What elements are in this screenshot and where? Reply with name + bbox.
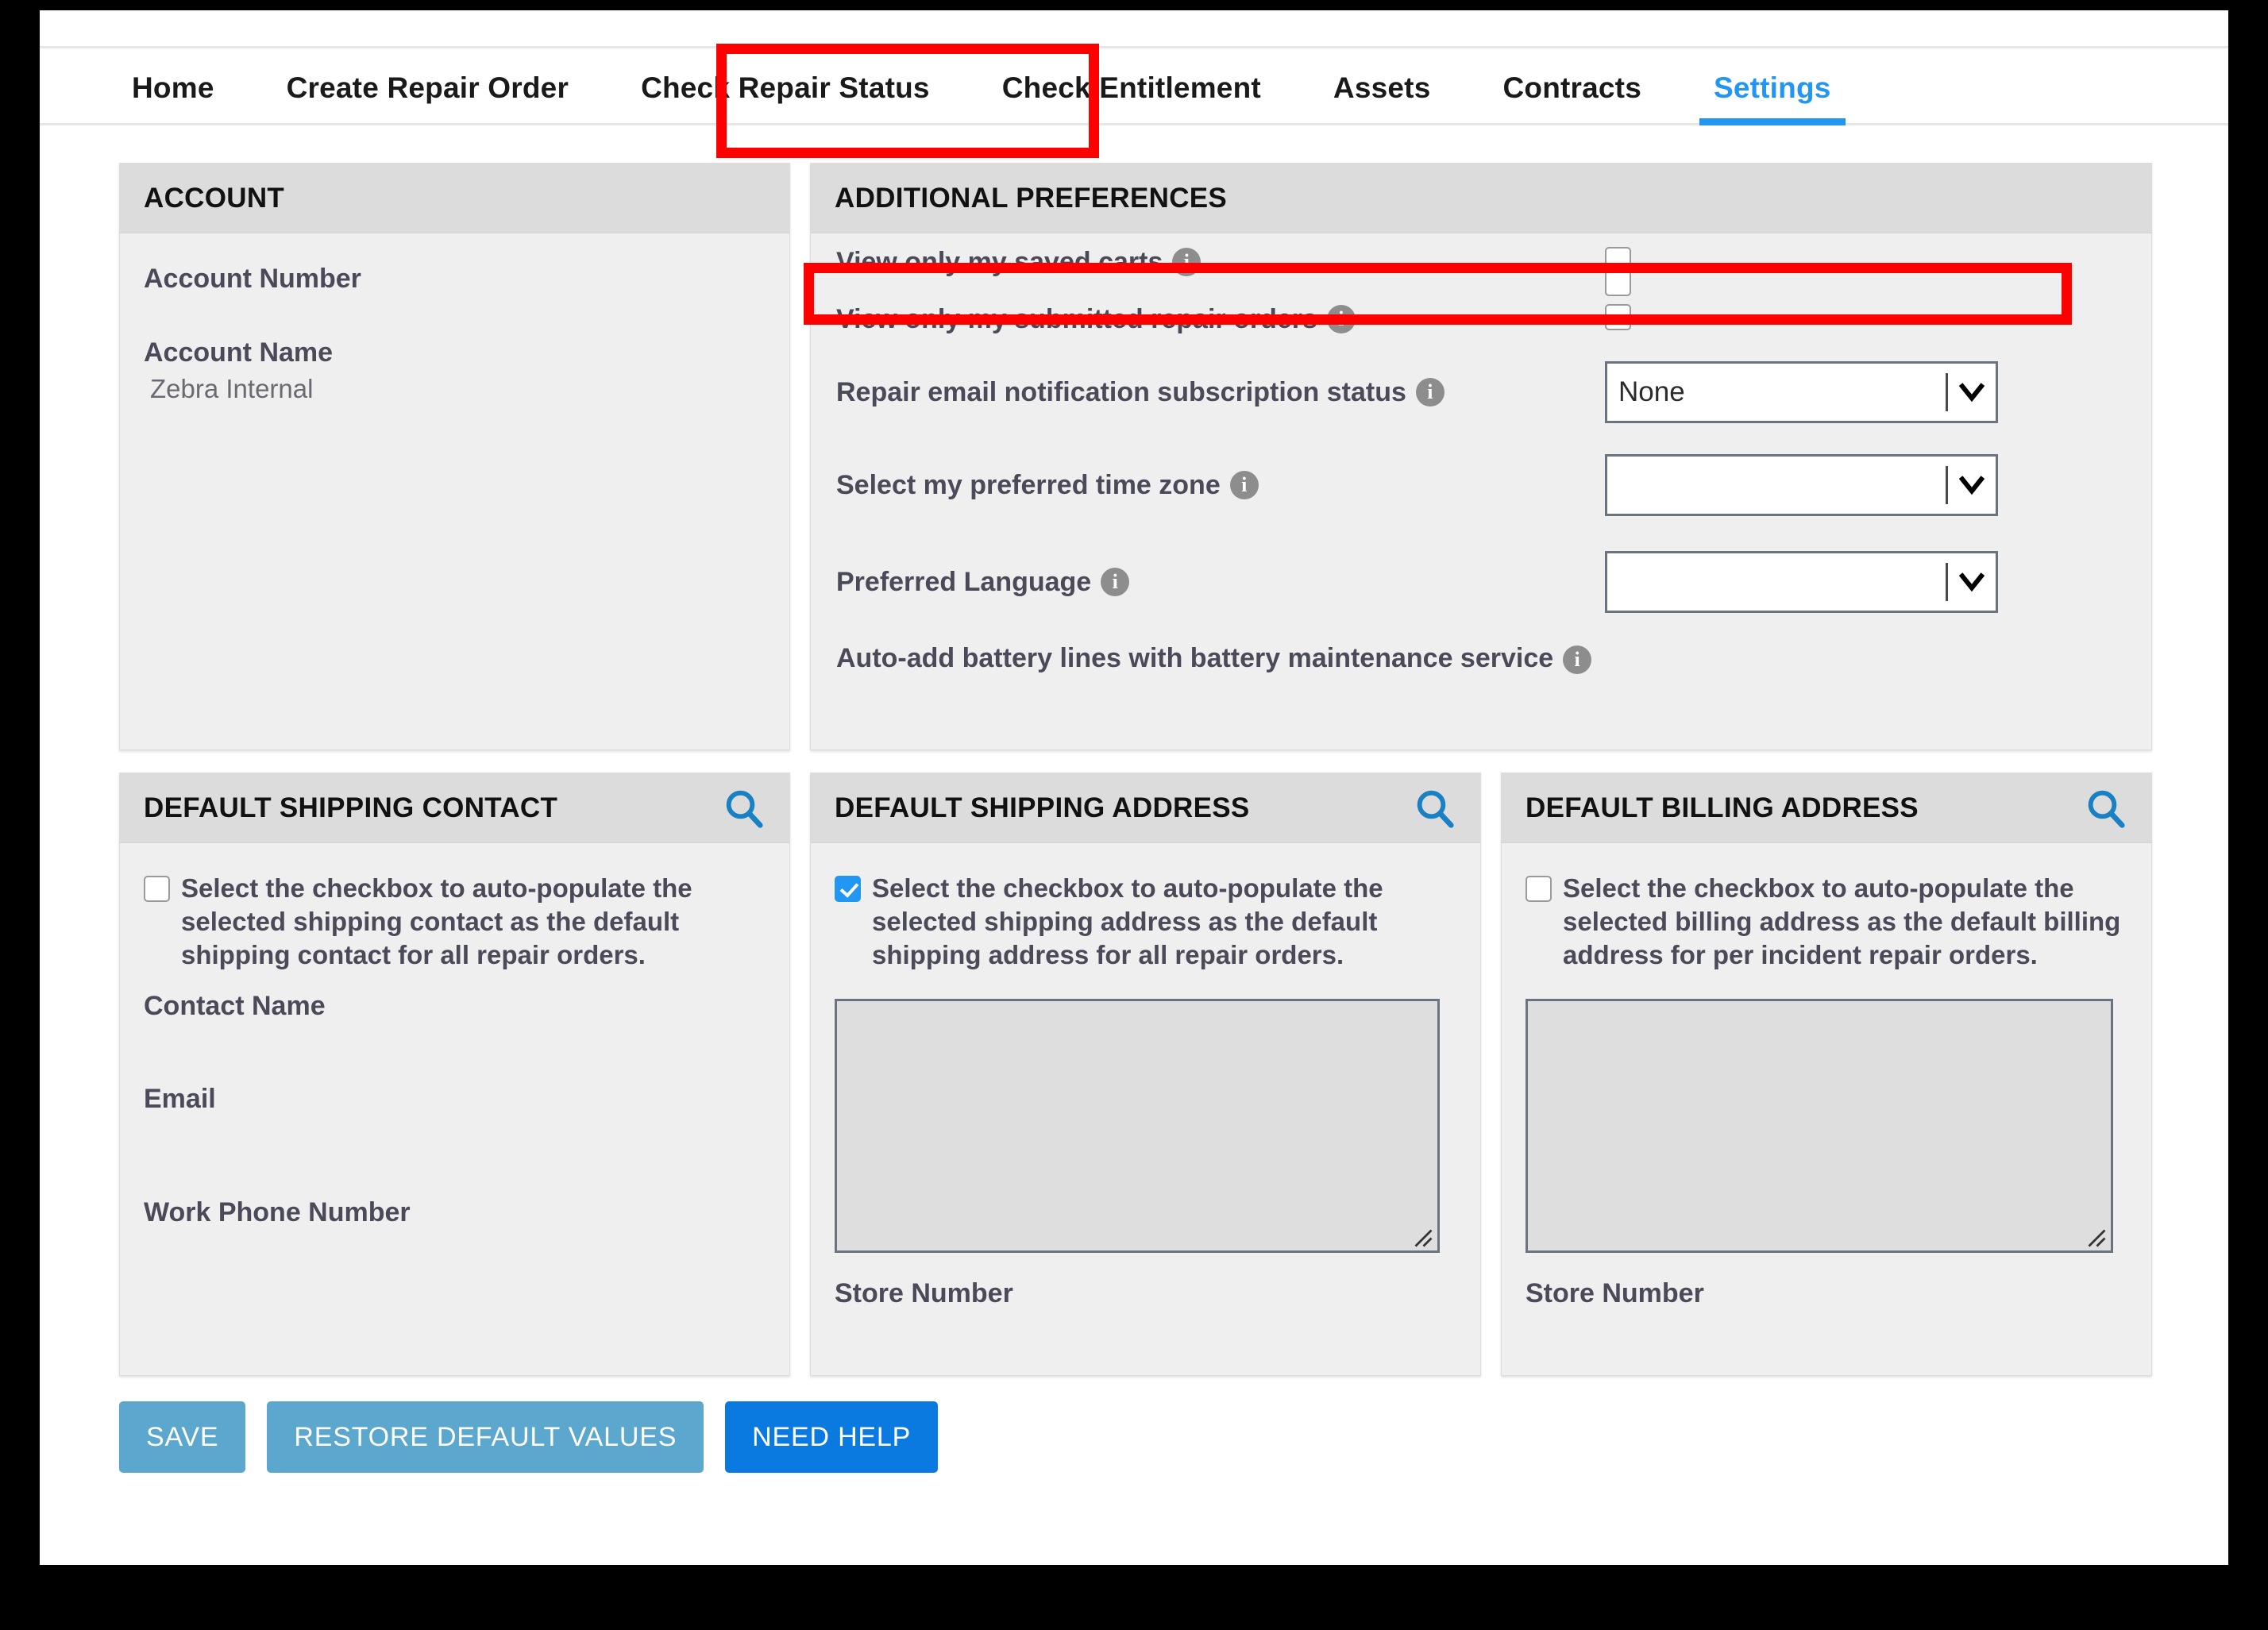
resize-grip-icon[interactable]	[2083, 1224, 2107, 1248]
info-icon[interactable]: i	[1229, 470, 1259, 499]
nav-item-check-entitlement[interactable]: Check Entitlement	[988, 48, 1275, 123]
pref-row-time-zone: Select my preferred time zone i	[811, 437, 2151, 534]
chevron-down-icon	[1958, 568, 1986, 596]
default-billing-address-panel: DEFAULT BILLING ADDRESS Select the check…	[1501, 773, 2152, 1376]
account-panel-body: Account Number Account Name Zebra Intern…	[120, 233, 789, 404]
checkbox-default-billing-address[interactable]	[1526, 876, 1552, 902]
billing-address-value	[1528, 1001, 2111, 1017]
billing-address-checkbox-row: Select the checkbox to auto-populate the…	[1502, 843, 2151, 972]
pref-row-preferred-language: Preferred Language i	[811, 534, 2151, 630]
shipping-address-panel-header: DEFAULT SHIPPING ADDRESS	[811, 773, 1480, 843]
checkbox-default-shipping-address[interactable]	[835, 876, 861, 902]
select-divider	[1946, 563, 1948, 601]
account-number-label: Account Number	[144, 264, 361, 294]
pref-control-auto-add-battery	[1605, 270, 1631, 300]
pref-label-saved-carts: View only my saved carts i	[836, 247, 1202, 277]
info-icon[interactable]: i	[1101, 567, 1130, 596]
contact-name-value	[120, 1022, 789, 1084]
account-name-value: Zebra Internal	[150, 374, 314, 403]
shipping-address-value	[837, 1001, 1437, 1017]
billing-address-panel-header: DEFAULT BILLING ADDRESS	[1502, 773, 2151, 843]
pref-row-submitted-orders: View only my submitted repair orders i	[811, 291, 2151, 348]
select-preferred-language[interactable]	[1605, 551, 1998, 613]
pref-label-time-zone: Select my preferred time zone i	[836, 470, 1259, 500]
checkbox-auto-add-battery-lines[interactable]	[1605, 270, 1631, 296]
billing-address-checkbox-label: Select the checkbox to auto-populate the…	[1563, 873, 2121, 969]
resize-grip-icon[interactable]	[1410, 1224, 1433, 1248]
select-divider	[1946, 373, 1948, 411]
default-shipping-address-panel: DEFAULT SHIPPING ADDRESS Select the chec…	[810, 773, 1481, 1376]
nav-item-assets[interactable]: Assets	[1319, 48, 1445, 123]
info-icon[interactable]: i	[1563, 645, 1592, 675]
pref-row-email-subscription: Repair email notification subscription s…	[811, 348, 2151, 437]
search-icon[interactable]	[1414, 787, 1456, 830]
nav-item-create-repair-order[interactable]: Create Repair Order	[272, 48, 583, 123]
nav-item-contracts[interactable]: Contracts	[1488, 48, 1656, 123]
shipping-address-textarea[interactable]	[835, 998, 1440, 1253]
pref-label-submitted-orders: View only my submitted repair orders i	[836, 304, 1356, 334]
info-icon[interactable]: i	[1415, 377, 1444, 407]
email-value	[120, 1115, 789, 1177]
pref-control-preferred-language	[1605, 551, 1998, 613]
nav-item-settings[interactable]: Settings	[1699, 48, 1846, 125]
contact-name-label: Contact Name	[144, 990, 326, 1021]
email-label: Email	[144, 1083, 216, 1114]
checkbox-default-shipping-contact[interactable]	[144, 876, 170, 902]
select-email-subscription-status[interactable]: None	[1605, 361, 1998, 423]
need-help-button[interactable]: NEED HELP	[725, 1401, 939, 1473]
chevron-down-icon	[1958, 378, 1986, 407]
pref-label-preferred-language: Preferred Language i	[836, 567, 1130, 597]
shipping-address-checkbox-row: Select the checkbox to auto-populate the…	[811, 843, 1480, 972]
preferences-panel-header: ADDITIONAL PREFERENCES	[811, 164, 2151, 233]
pref-label-auto-add-battery: Auto-add battery lines with battery main…	[836, 643, 1642, 675]
account-panel-title: ACCOUNT	[144, 182, 285, 214]
work-phone-number-label: Work Phone Number	[144, 1196, 411, 1227]
restore-default-values-button[interactable]: RESTORE DEFAULT VALUES	[267, 1401, 704, 1473]
info-icon[interactable]: i	[1326, 304, 1356, 333]
shipping-address-panel-title: DEFAULT SHIPPING ADDRESS	[835, 792, 1250, 823]
billing-address-textarea[interactable]	[1526, 998, 2113, 1253]
save-button[interactable]: SAVE	[119, 1401, 246, 1473]
account-panel-header: ACCOUNT	[120, 164, 789, 233]
select-preferred-time-zone[interactable]	[1605, 454, 1998, 516]
account-panel: ACCOUNT Account Number Account Name Zebr…	[119, 163, 790, 750]
billing-address-panel-title: DEFAULT BILLING ADDRESS	[1526, 792, 1919, 823]
default-shipping-contact-panel: DEFAULT SHIPPING CONTACT Select the chec…	[119, 773, 790, 1376]
nav-item-list: Home Create Repair Order Check Repair St…	[40, 48, 2228, 125]
chevron-down-icon	[1958, 471, 1986, 499]
shipping-contact-panel-header: DEFAULT SHIPPING CONTACT	[120, 773, 789, 843]
shipping-contact-panel-body: Select the checkbox to auto-populate the…	[120, 843, 789, 1228]
pref-control-email-subscription: None	[1605, 361, 1998, 423]
shipping-contact-checkbox-label: Select the checkbox to auto-populate the…	[181, 873, 692, 969]
search-icon[interactable]	[2085, 787, 2127, 830]
account-name-label: Account Name	[144, 337, 334, 368]
form-action-bar: SAVE RESTORE DEFAULT VALUES NEED HELP	[119, 1401, 959, 1473]
billing-address-panel-body: Select the checkbox to auto-populate the…	[1502, 843, 2151, 1309]
additional-preferences-panel: ADDITIONAL PREFERENCES View only my save…	[810, 163, 2152, 750]
billing-store-number-label: Store Number	[1526, 1277, 1704, 1308]
nav-item-home[interactable]: Home	[118, 48, 229, 123]
shipping-contact-checkbox-row: Select the checkbox to auto-populate the…	[120, 843, 789, 972]
search-icon[interactable]	[723, 787, 766, 830]
pref-label-email-subscription: Repair email notification subscription s…	[836, 377, 1444, 407]
app-page: Home Create Repair Order Check Repair St…	[40, 10, 2228, 1565]
preferences-panel-title: ADDITIONAL PREFERENCES	[835, 182, 1228, 214]
pref-control-time-zone	[1605, 454, 1998, 516]
pref-control-submitted-orders	[1605, 304, 1631, 334]
nav-item-check-repair-status[interactable]: Check Repair Status	[627, 48, 944, 123]
shipping-contact-panel-title: DEFAULT SHIPPING CONTACT	[144, 792, 558, 823]
shipping-address-checkbox-label: Select the checkbox to auto-populate the…	[872, 873, 1383, 969]
pref-row-auto-add-battery: Auto-add battery lines with battery main…	[811, 270, 2151, 707]
pref-row-saved-carts: View only my saved carts i	[811, 233, 2151, 291]
main-navigation: Home Create Repair Order Check Repair St…	[40, 46, 2228, 125]
preferences-panel-body: View only my saved carts i View only my …	[811, 233, 2151, 707]
shipping-store-number-label: Store Number	[835, 1277, 1013, 1308]
shipping-address-panel-body: Select the checkbox to auto-populate the…	[811, 843, 1480, 1309]
checkbox-view-only-submitted-orders[interactable]	[1605, 304, 1631, 330]
info-icon[interactable]: i	[1172, 247, 1202, 276]
select-divider	[1946, 466, 1948, 504]
